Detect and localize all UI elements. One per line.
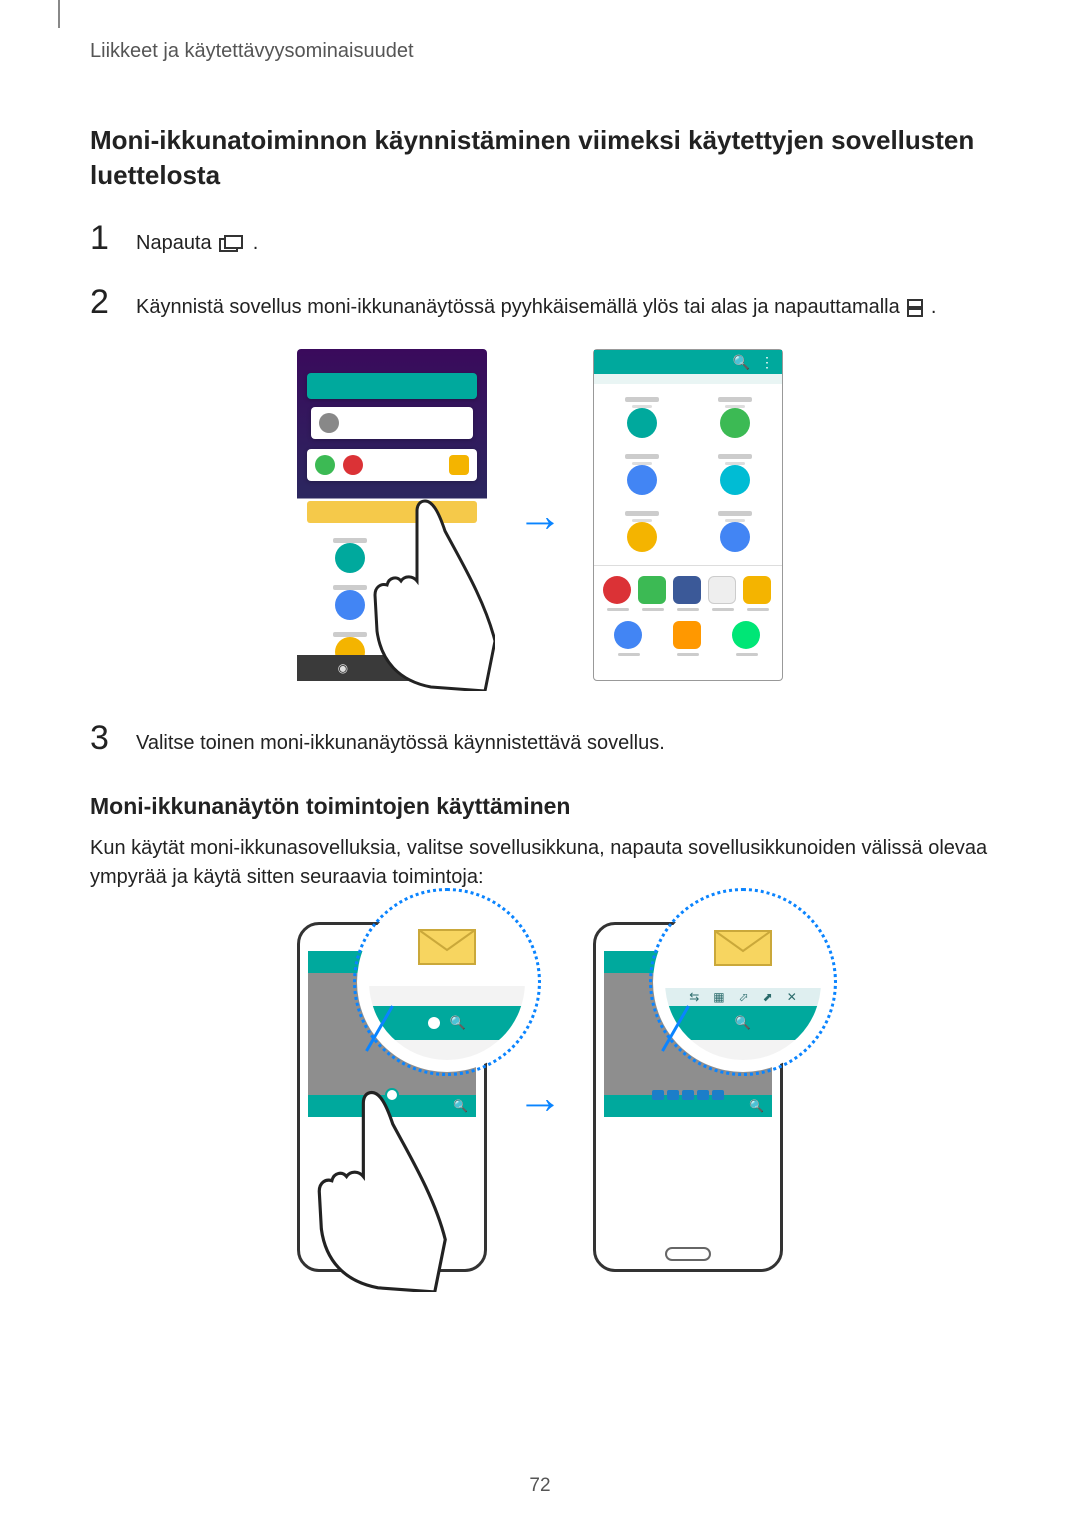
step-1-text-post: .	[253, 232, 259, 254]
step-3: 3 Valitse toinen moni-ikkunanäytössä käy…	[90, 721, 990, 757]
envelope-icon	[417, 924, 477, 966]
menu-icon: ⋮	[760, 354, 774, 371]
step-1-text-pre: Napauta	[136, 232, 217, 254]
search-icon: 🔍	[453, 1099, 468, 1113]
step-number: 3	[90, 721, 118, 755]
step-2: 2 Käynnistä sovellus moni-ikkunanäytössä…	[90, 285, 990, 321]
page-number: 72	[529, 1475, 550, 1497]
envelope-icon	[713, 925, 773, 967]
step-1: 1 Napauta .	[90, 221, 990, 257]
recent-apps-icon	[219, 235, 245, 253]
search-icon: 🔍	[733, 354, 750, 371]
subsection-heading: Moni-ikkunanäytön toimintojen käyttämine…	[90, 793, 990, 820]
step-number: 2	[90, 285, 118, 319]
magnifier-zoom: ⇆ ▦ ⬀ ⬈ ✕ 🔍	[653, 892, 833, 1072]
figure-2: ◧ 🔍 🔍	[90, 922, 990, 1272]
arrow-right-icon: →	[517, 488, 563, 542]
close-icon: ✕	[787, 990, 797, 1004]
header-rule	[58, 0, 60, 28]
search-icon: 🔍	[735, 1015, 751, 1031]
magnifier-zoom: 🔍	[357, 892, 537, 1072]
multiwindow-toolbar: ⇆ ▦ ⬀ ⬈ ✕	[665, 988, 821, 1006]
search-icon: 🔍	[749, 1099, 764, 1113]
figure-1: ◉≡✕ → 🔍⋮	[90, 349, 990, 681]
body-paragraph: Kun käytät moni-ikkunasovelluksia, valit…	[90, 834, 990, 892]
drag-content-icon: ▦	[713, 990, 724, 1004]
swap-icon: ⇆	[689, 990, 699, 1004]
maximize-icon: ⬈	[763, 990, 773, 1004]
search-icon: 🔍	[450, 1015, 466, 1031]
arrow-right-icon: →	[517, 1070, 563, 1124]
step-2-text-post: .	[931, 296, 937, 318]
step-number: 1	[90, 221, 118, 255]
breadcrumb: Liikkeet ja käytettävyysominaisuudet	[90, 40, 990, 63]
split-screen-icon	[907, 299, 923, 317]
figure-phone-recents: ◉≡✕	[297, 349, 487, 681]
section-heading: Moni-ikkunatoiminnon käynnistäminen viim…	[90, 123, 990, 193]
step-2-text-pre: Käynnistä sovellus moni-ikkunanäytössä p…	[136, 296, 905, 318]
step-3-text: Valitse toinen moni-ikkunanäytössä käynn…	[136, 721, 665, 757]
figure-phone-files: 🔍⋮	[593, 349, 783, 681]
minimize-icon: ⬀	[739, 990, 749, 1004]
